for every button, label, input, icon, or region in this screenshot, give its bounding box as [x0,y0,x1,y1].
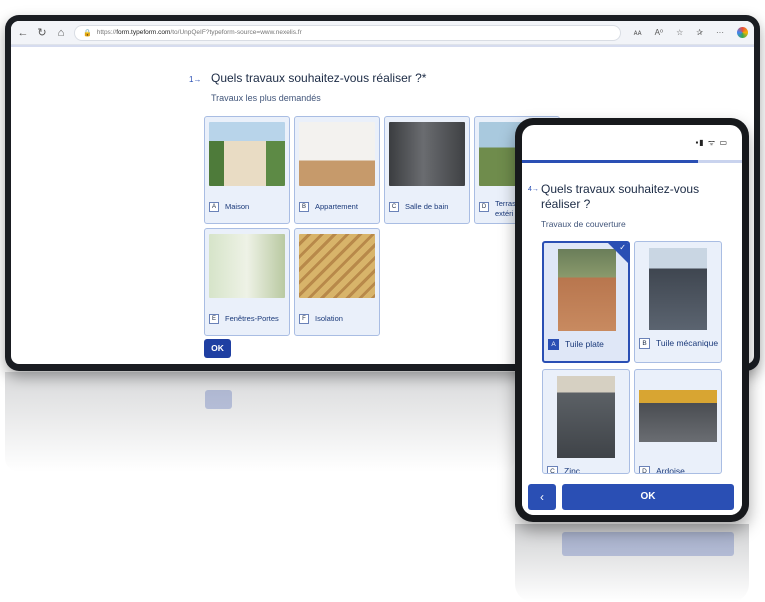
insulation-image [299,234,375,298]
phone-reflection [515,524,749,602]
bottom-bar: ‹ OK [522,477,742,515]
option-label: Salle de bain [405,202,449,211]
option-label: Maison [225,202,250,211]
reflection-ok-wide [562,532,734,556]
option-label: Isolation [315,314,343,323]
more-icon[interactable]: ··· [716,28,724,37]
url-host: form.typeform.com [116,29,171,36]
question-number: 1→ [189,75,202,84]
question-subtitle: Travaux de couverture [541,219,626,229]
lock-icon: 🔒 [83,29,92,37]
url-prefix: https:// [96,29,117,36]
option-appartement[interactable]: B Appartement [294,116,380,224]
window-image [209,234,285,298]
home-icon[interactable]: ⌂ [55,21,67,45]
option-fenetres-portes[interactable]: E Fenêtres-Portes [204,228,290,336]
read-aloud-icon[interactable]: ᴀᴀ [634,28,642,37]
option-key: D [639,466,650,473]
browser-toolbar: ← ↻ ⌂ 🔒 https://form.typeform.com/to/Unp… [11,21,754,45]
phone-frame: ▪▮ ᯤ ▭ 4→ Quels travaux souhaitez-vous r… [515,118,749,522]
option-key: C [547,466,558,473]
zinc-image [557,376,615,458]
mechanical-tile-image [649,248,707,330]
page-progress [11,45,754,47]
option-label: Tuile mécanique [656,338,719,348]
option-tuile-plate[interactable]: ✓ A Tuile plate [542,241,630,363]
option-zinc[interactable]: C Zinc [542,369,630,474]
question-number: 4→ [528,186,539,193]
option-key: E [209,314,219,324]
reload-icon[interactable]: ↻ [36,21,48,45]
stage: ← ↻ ⌂ 🔒 https://form.typeform.com/to/Unp… [0,0,765,602]
ok-button[interactable]: OK [562,484,734,510]
reflection-ok [205,390,232,409]
back-icon[interactable]: ← [17,21,29,45]
url-path: /to/UnpQeIF?typeform-source=www.nexelis.… [170,29,302,36]
question-title: Quels travaux souhaitez-vous réaliser ? [541,182,700,211]
option-key: A [209,202,219,212]
option-maison[interactable]: A Maison [204,116,290,224]
question-subtitle: Travaux les plus demandés [211,93,321,103]
option-key: F [299,314,309,324]
option-key: C [389,202,399,212]
option-key: B [639,338,650,349]
question-title: Quels travaux souhaitez-vous réaliser ?* [211,71,427,85]
favorites-icon[interactable]: ✰ [696,28,703,37]
option-label: Appartement [315,202,358,211]
star-icon[interactable]: ☆ [676,28,683,37]
option-label: Zinc [564,466,581,474]
progress-bar [522,160,742,163]
option-salle-de-bain[interactable]: C Salle de bain [384,116,470,224]
option-label: Ardoise [656,466,685,474]
progress-fill [522,160,698,163]
back-button[interactable]: ‹ [528,484,556,510]
option-isolation[interactable]: F Isolation [294,228,380,336]
phone-screen: ▪▮ ᯤ ▭ 4→ Quels travaux souhaitez-vous r… [522,125,742,515]
address-bar[interactable]: 🔒 https://form.typeform.com/to/UnpQeIF?t… [74,24,621,41]
option-key: A [548,339,559,350]
option-tuile-mecanique[interactable]: B Tuile mécanique [634,241,722,363]
ok-button[interactable]: OK [204,339,231,358]
check-icon: ✓ [619,243,626,252]
slate-image [639,390,717,442]
desktop-reflection [5,372,515,472]
option-label: Tuile plate [565,339,604,349]
profile-icon[interactable] [737,27,748,38]
option-ardoise[interactable]: D Ardoise [634,369,722,474]
option-label: Fenêtres-Portes [225,314,279,323]
apartment-image [299,122,375,186]
bathroom-image [389,122,465,186]
option-key: B [299,202,309,212]
house-image [209,122,285,186]
status-bar-icons: ▪▮ ᯤ ▭ [695,138,728,147]
option-key: D [479,202,489,212]
text-icon[interactable]: A⁰ [655,28,664,37]
